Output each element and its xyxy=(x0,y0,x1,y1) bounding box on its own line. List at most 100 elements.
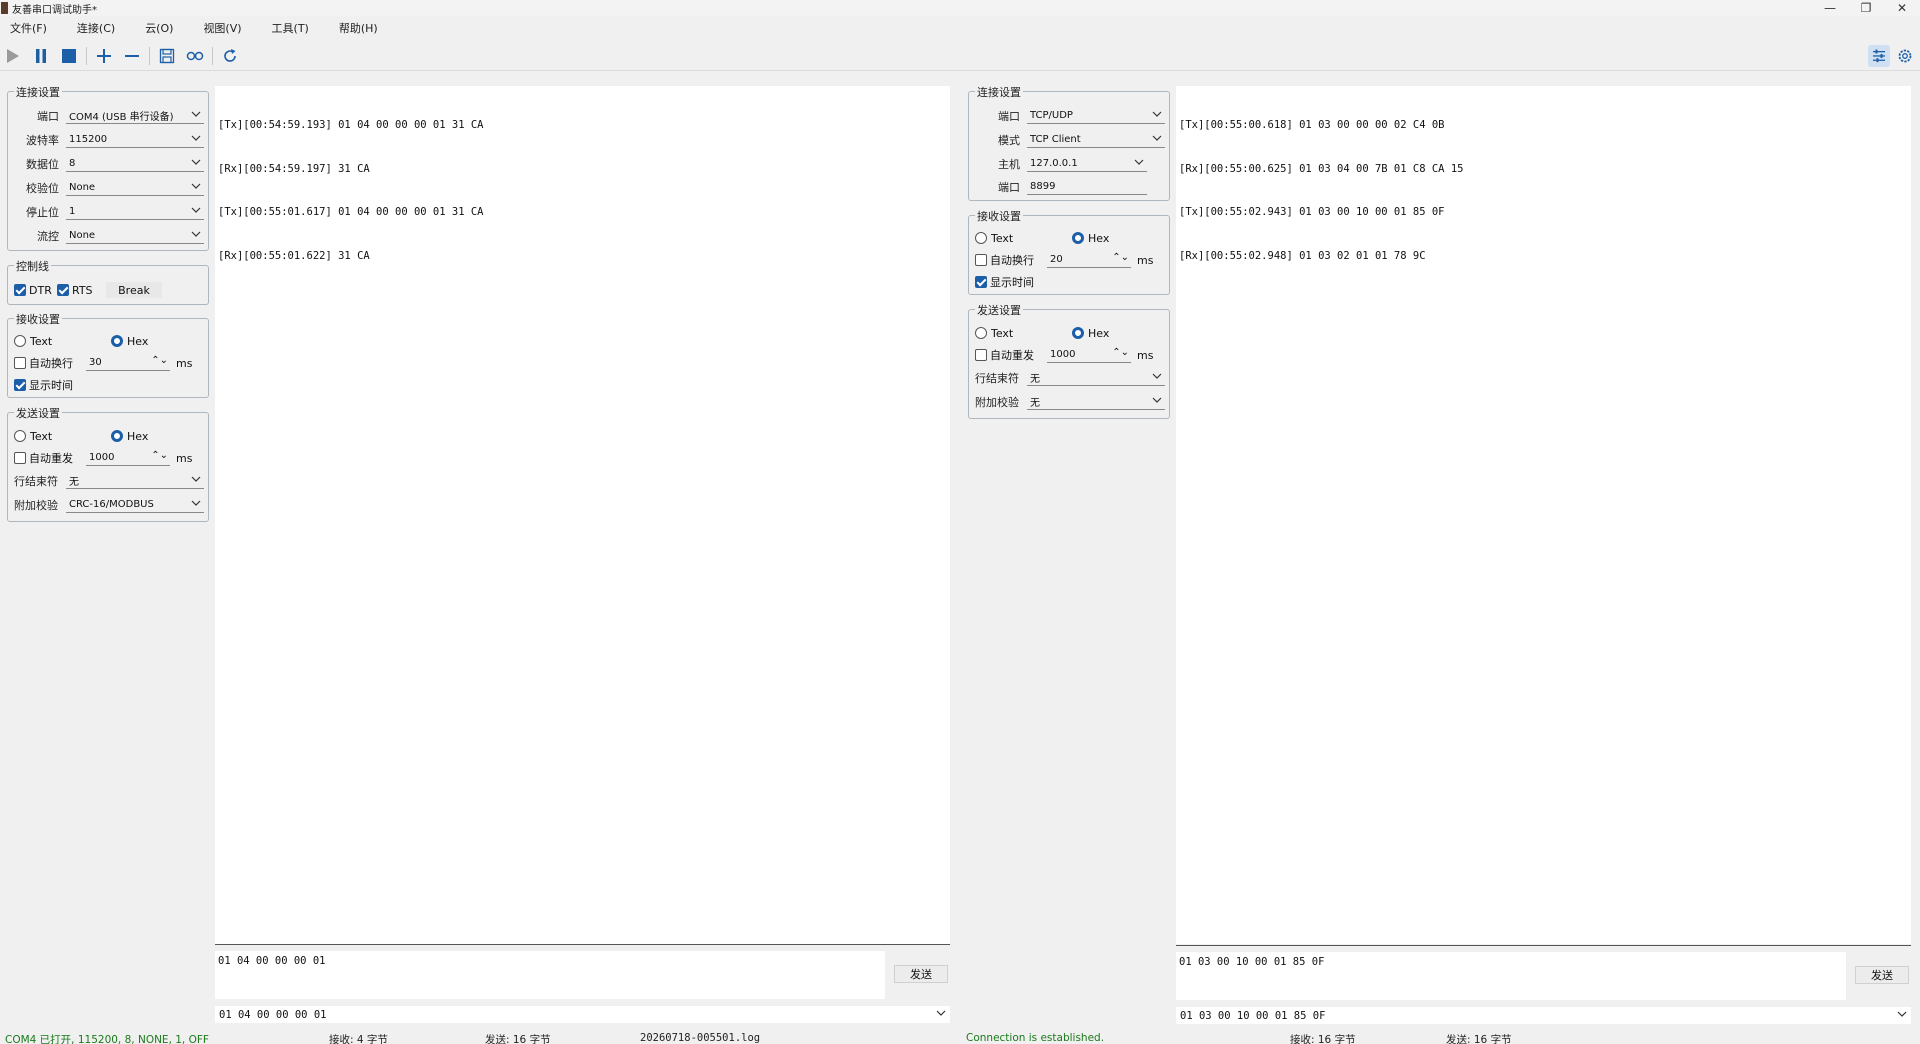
data-bits-select[interactable]: 8 xyxy=(66,155,204,172)
net-port-value: TCP/UDP xyxy=(1030,109,1073,121)
mode-label: 模式 xyxy=(998,134,1020,147)
host-select[interactable]: 127.0.0.1 xyxy=(1027,155,1147,172)
menu-file[interactable]: 文件(F) xyxy=(10,20,47,36)
gear-icon[interactable] xyxy=(1894,45,1916,67)
network-send-input[interactable]: 01 03 00 10 00 01 85 0F xyxy=(1176,952,1846,1000)
wrap-timeout-spinbox[interactable]: 20 ⌃⌄ xyxy=(1047,251,1131,268)
loop-icon[interactable] xyxy=(184,45,206,67)
resend-interval-spinbox[interactable]: 1000 ⌃⌄ xyxy=(86,449,170,466)
checkbox-unchecked-icon xyxy=(14,452,26,464)
save-icon[interactable] xyxy=(156,45,178,67)
chevron-down-icon xyxy=(191,231,201,237)
baud-select[interactable]: 115200 xyxy=(66,131,204,148)
minimize-icon[interactable]: — xyxy=(1812,0,1848,16)
checksum-select[interactable]: CRC-16/MODBUS xyxy=(66,496,204,513)
refresh-icon[interactable] xyxy=(219,45,241,67)
log-line: [Tx][00:54:59.193] 01 04 00 00 00 01 31 … xyxy=(218,119,484,131)
right-connection-group: 连接设置 端口 TCP/UDP 模式 TCP Client 主机 127.0.0… xyxy=(968,84,1170,201)
remove-icon[interactable] xyxy=(121,45,143,67)
resend-unit: ms xyxy=(1137,348,1154,362)
chevron-down-icon xyxy=(1152,111,1162,117)
send-hex-radio[interactable]: Hex xyxy=(111,427,148,445)
checkbox-checked-icon xyxy=(57,284,69,296)
right-receive-group: 接收设置 Text Hex 自动换行 20 ⌃⌄ ms 显示时间 xyxy=(968,208,1170,295)
close-icon[interactable]: ✕ xyxy=(1884,0,1920,16)
show-time-checkbox[interactable]: 显示时间 xyxy=(14,376,73,394)
auto-resend-checkbox[interactable]: 自动重发 xyxy=(14,449,73,467)
rts-checkbox[interactable]: RTS xyxy=(57,281,93,299)
spin-arrows-icon[interactable]: ⌃⌄ xyxy=(1112,252,1129,263)
auto-resend-checkbox[interactable]: 自动重发 xyxy=(975,346,1034,364)
chevron-down-icon xyxy=(1152,135,1162,141)
send-text-radio[interactable]: Text xyxy=(14,427,52,445)
auto-wrap-checkbox[interactable]: 自动换行 xyxy=(975,251,1034,269)
network-send-count: 发送: 16 字节 xyxy=(1446,1034,1512,1044)
recv-hex-radio[interactable]: Hex xyxy=(111,332,148,350)
recv-text-radio[interactable]: Text xyxy=(14,332,52,350)
wrap-timeout-spinbox[interactable]: 30 ⌃⌄ xyxy=(86,354,170,371)
network-receive-log[interactable]: [Tx][00:55:00.618] 01 03 00 00 00 02 C4 … xyxy=(1176,86,1911,944)
break-button[interactable]: Break xyxy=(106,282,162,298)
auto-resend-label: 自动重发 xyxy=(29,452,73,465)
checkbox-checked-icon xyxy=(14,284,26,296)
log-line: [Rx][00:55:01.622] 31 CA xyxy=(218,249,370,262)
net-port-select[interactable]: TCP/UDP xyxy=(1027,107,1165,124)
eol-label: 行结束符 xyxy=(14,475,58,488)
menu-connect[interactable]: 连接(C) xyxy=(77,20,115,36)
toolbar-separator xyxy=(212,47,213,65)
auto-wrap-checkbox[interactable]: 自动换行 xyxy=(14,354,73,372)
serial-history-select[interactable]: 01 04 00 00 00 01 xyxy=(215,1006,950,1023)
menu-tools[interactable]: 工具(T) xyxy=(272,20,309,36)
send-hex-radio[interactable]: Hex xyxy=(1072,324,1109,342)
spin-arrows-icon[interactable]: ⌃⌄ xyxy=(1112,347,1129,358)
recv-hex-radio[interactable]: Hex xyxy=(1072,229,1109,247)
pause-icon[interactable] xyxy=(30,45,52,67)
log-filename: 20260718-005501.log xyxy=(640,1032,761,1044)
resend-interval-spinbox[interactable]: 1000 ⌃⌄ xyxy=(1047,346,1131,363)
eol-select[interactable]: 无 xyxy=(66,472,204,489)
stop-bits-value: 1 xyxy=(69,205,76,217)
serial-receive-log[interactable]: [Tx][00:54:59.193] 01 04 00 00 00 01 31 … xyxy=(215,86,950,944)
dtr-checkbox[interactable]: DTR xyxy=(14,281,52,299)
serial-send-button[interactable]: 发送 xyxy=(894,965,948,983)
radio-on-icon xyxy=(1072,327,1084,339)
port-select[interactable]: COM4 (USB 串行设备) xyxy=(66,107,204,124)
spin-arrows-icon[interactable]: ⌃⌄ xyxy=(151,355,168,366)
network-send-button[interactable]: 发送 xyxy=(1855,966,1909,984)
stop-bits-select[interactable]: 1 xyxy=(66,203,204,220)
mode-select[interactable]: TCP Client xyxy=(1027,131,1165,148)
toolbar-separator xyxy=(149,47,150,65)
group-title: 接收设置 xyxy=(975,208,1023,224)
menu-help[interactable]: 帮助(H) xyxy=(339,20,378,36)
remote-port-value: 8899 xyxy=(1030,180,1056,192)
send-text-radio[interactable]: Text xyxy=(975,324,1013,342)
port-label: 端口 xyxy=(998,110,1020,123)
add-icon[interactable] xyxy=(93,45,115,67)
play-icon[interactable] xyxy=(2,45,24,67)
remote-port-input[interactable]: 8899 xyxy=(1027,178,1147,195)
group-title: 控制线 xyxy=(14,258,51,274)
chevron-down-icon xyxy=(191,135,201,141)
settings-panel-icon[interactable] xyxy=(1868,45,1890,67)
menu-cloud[interactable]: 云(O) xyxy=(145,20,173,36)
radio-on-icon xyxy=(111,430,123,442)
serial-send-input[interactable]: 01 04 00 00 00 01 xyxy=(215,951,885,999)
stop-icon[interactable] xyxy=(58,45,80,67)
maximize-icon[interactable]: ❐ xyxy=(1848,0,1884,16)
chevron-down-icon xyxy=(936,1010,946,1016)
menu-view[interactable]: 视图(V) xyxy=(203,20,241,36)
host-value: 127.0.0.1 xyxy=(1030,157,1078,169)
eol-value: 无 xyxy=(1030,373,1040,385)
chevron-down-icon xyxy=(1897,1011,1907,1017)
flow-select[interactable]: None xyxy=(66,227,204,244)
checksum-select[interactable]: 无 xyxy=(1027,393,1165,410)
parity-select[interactable]: None xyxy=(66,179,204,196)
show-time-checkbox[interactable]: 显示时间 xyxy=(975,273,1034,291)
eol-select[interactable]: 无 xyxy=(1027,369,1165,386)
recv-text-radio[interactable]: Text xyxy=(975,229,1013,247)
checksum-value: CRC-16/MODBUS xyxy=(69,498,154,510)
spin-arrows-icon[interactable]: ⌃⌄ xyxy=(151,450,168,461)
network-history-select[interactable]: 01 03 00 10 00 01 85 0F xyxy=(1176,1007,1911,1024)
radio-off-icon xyxy=(14,430,26,442)
checkbox-unchecked-icon xyxy=(975,254,987,266)
